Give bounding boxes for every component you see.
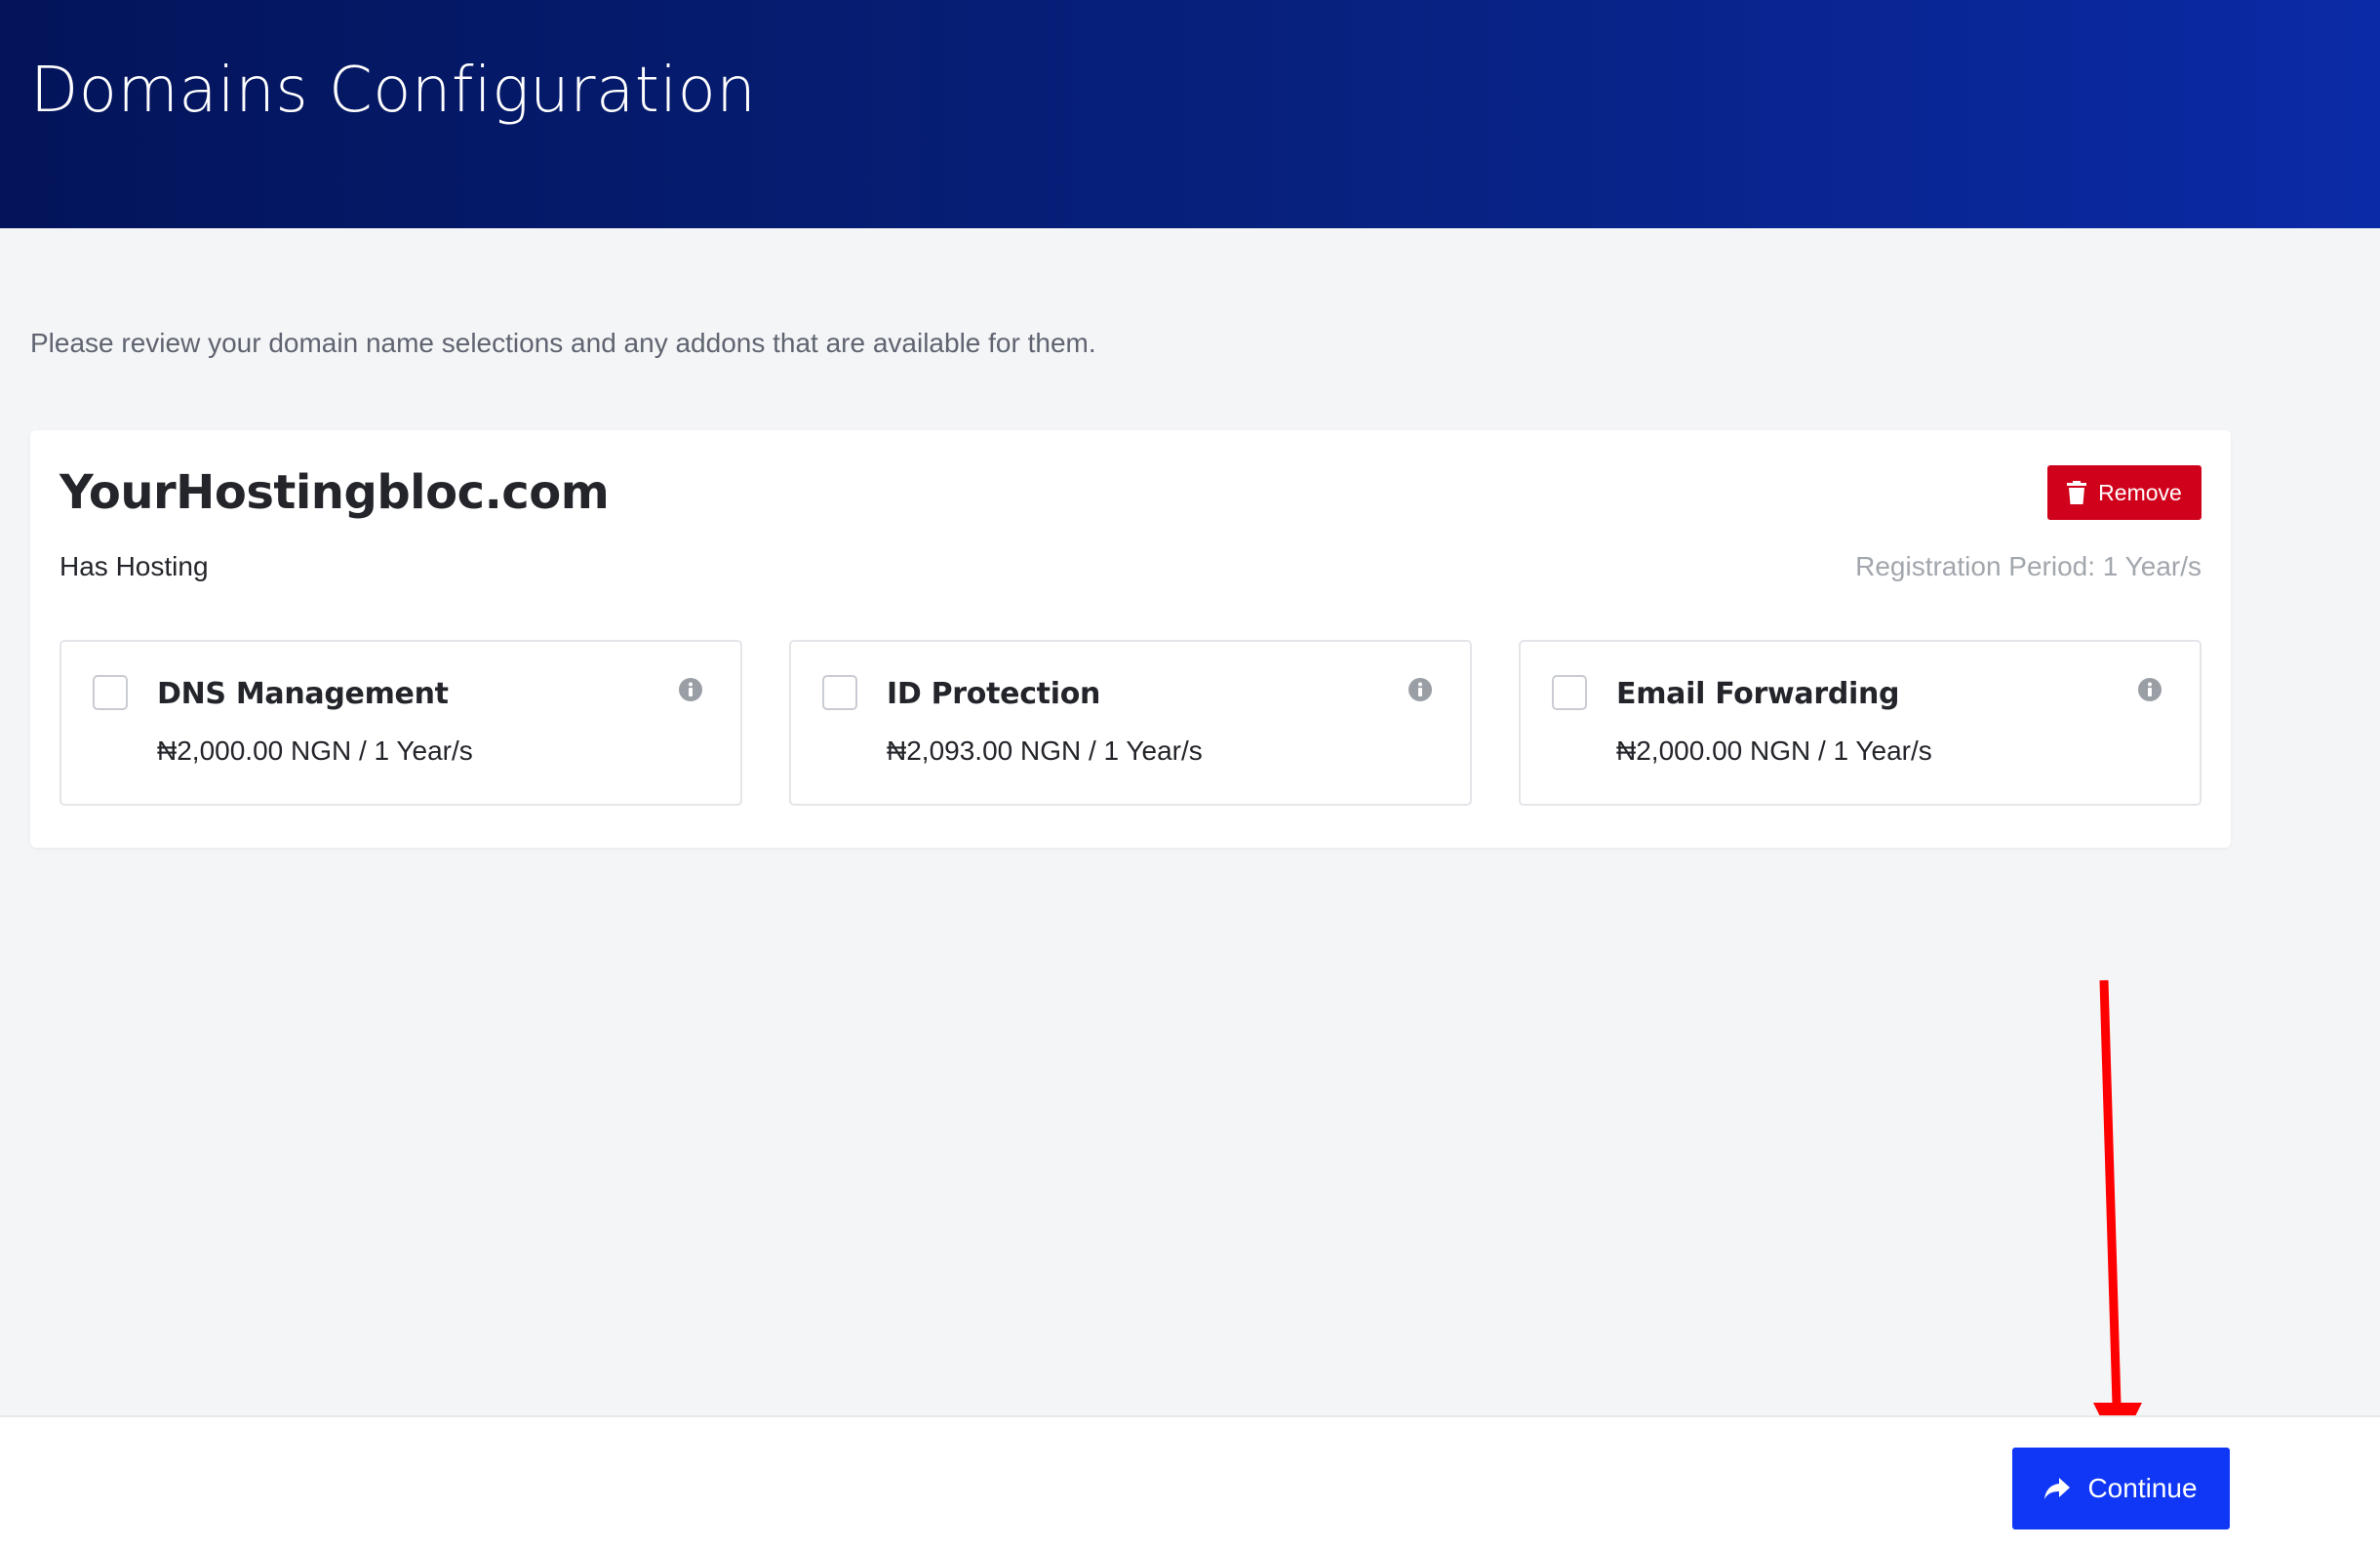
continue-button[interactable]: Continue xyxy=(2012,1448,2230,1529)
info-circle-icon[interactable] xyxy=(2137,677,2162,702)
trash-icon xyxy=(2067,481,2087,504)
page-header: Domains Configuration xyxy=(0,0,2380,228)
domain-card: YourHostingbloc.com Has Hosting Remove R… xyxy=(30,430,2231,848)
addon-price: ₦2,000.00 NGN / 1 Year/s xyxy=(157,735,473,766)
info-circle-icon[interactable] xyxy=(678,677,703,702)
addon-id-protection[interactable]: ID Protection ₦2,093.00 NGN / 1 Year/s xyxy=(789,640,1472,806)
addon-price: ₦2,000.00 NGN / 1 Year/s xyxy=(1616,735,1932,766)
info-circle-icon[interactable] xyxy=(1408,677,1433,702)
domain-name: YourHostingbloc.com xyxy=(60,465,610,520)
registration-period: Registration Period: 1 Year/s xyxy=(1855,551,2202,581)
addon-checkbox-email-forwarding[interactable] xyxy=(1552,675,1587,710)
annotation-arrow xyxy=(2093,979,2142,1451)
hosting-status: Has Hosting xyxy=(60,551,209,581)
share-arrow-icon xyxy=(2044,1478,2071,1499)
addon-price: ₦2,093.00 NGN / 1 Year/s xyxy=(887,735,1203,766)
addon-checkbox-id-protection[interactable] xyxy=(822,675,857,710)
addon-checkbox-dns-management[interactable] xyxy=(93,675,128,710)
addon-dns-management[interactable]: DNS Management ₦2,000.00 NGN / 1 Year/s xyxy=(60,640,742,806)
addon-email-forwarding[interactable]: Email Forwarding ₦2,000.00 NGN / 1 Year/… xyxy=(1519,640,2202,806)
addon-name: DNS Management xyxy=(157,677,449,711)
page-title: Domains Configuration xyxy=(30,55,757,127)
intro-text: Please review your domain name selection… xyxy=(30,328,1096,358)
addon-name: ID Protection xyxy=(887,677,1101,711)
addon-name: Email Forwarding xyxy=(1616,677,1900,711)
continue-label: Continue xyxy=(2087,1473,2198,1503)
remove-button[interactable]: Remove xyxy=(2047,465,2202,520)
remove-label: Remove xyxy=(2098,479,2182,505)
